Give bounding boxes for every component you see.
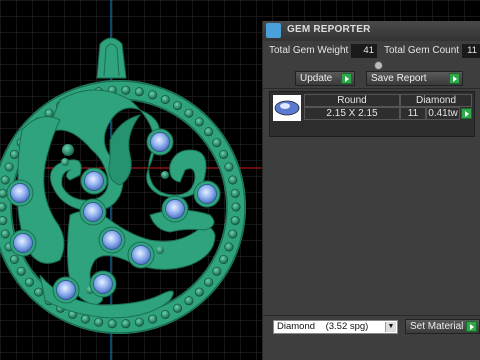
header-shape: Round — [337, 95, 367, 106]
ring-bead — [184, 108, 194, 118]
ring-bead — [0, 216, 8, 226]
gem-report-row[interactable]: Round Diamond 2.15 X 2.15 11 0.41tw — [269, 91, 475, 137]
total-gem-weight-value: 41 — [351, 44, 377, 58]
total-gem-count-label: Total Gem Count — [384, 45, 460, 56]
divider — [263, 88, 480, 89]
ring-bead — [224, 242, 234, 252]
ring-bead — [94, 317, 104, 327]
ring-bead — [24, 277, 34, 287]
gem-stone — [10, 183, 30, 203]
ring-bead — [0, 175, 10, 185]
gem-stone — [84, 171, 104, 191]
ring-bead — [230, 216, 240, 226]
ring-bead — [173, 303, 183, 313]
ring-bead — [44, 108, 54, 118]
material-select[interactable]: Diamond (3.52 spg) ▼ — [273, 320, 398, 334]
ring-bead — [212, 138, 222, 148]
round-diamond-icon — [274, 100, 300, 116]
play-icon[interactable] — [461, 108, 472, 119]
ring-bead — [194, 287, 204, 297]
gem-stone — [83, 202, 103, 222]
panel-title: GEM REPORTER — [287, 24, 371, 35]
app-window: GEM REPORTER Total Gem Weight 41 Total G… — [0, 0, 480, 360]
header-material: Diamond — [415, 95, 457, 106]
ring-bead — [121, 85, 131, 95]
ring-bead — [230, 188, 240, 198]
ring-bead — [80, 314, 90, 324]
gem-stone — [150, 132, 170, 152]
gem-stone — [93, 274, 113, 294]
ring-bead — [148, 90, 158, 100]
ring-bead — [204, 277, 214, 287]
inner-bead — [156, 246, 164, 254]
ring-bead — [9, 255, 19, 265]
gem-stone — [13, 233, 33, 253]
gem-reporter-icon — [266, 23, 281, 38]
ring-bead — [224, 162, 234, 172]
save-report-button-label: Save Report — [371, 73, 427, 84]
gem-stone — [102, 230, 122, 250]
ring-bead — [4, 162, 14, 172]
ring-bead — [148, 314, 158, 324]
inner-bead — [61, 158, 69, 166]
play-icon — [466, 321, 477, 332]
panel-header: GEM REPORTER — [263, 21, 480, 41]
ring-bead — [212, 266, 222, 276]
ring-bead — [160, 95, 170, 105]
ring-bead — [121, 319, 131, 329]
ring-bead — [173, 101, 183, 111]
gem-stone — [197, 184, 217, 204]
ring-bead — [228, 229, 238, 239]
ring-bead — [194, 117, 204, 127]
ring-bead — [134, 87, 144, 97]
set-material-button-label: Set Material — [410, 321, 464, 332]
ring-bead — [0, 188, 8, 198]
gem-stone — [131, 245, 151, 265]
total-gem-count-value: 11 — [462, 44, 480, 58]
chevron-down-icon: ▼ — [385, 322, 396, 332]
inner-bead — [161, 171, 169, 179]
inner-bead — [62, 144, 74, 156]
set-material-button[interactable]: Set Material — [405, 319, 480, 334]
panel-divider-handle[interactable] — [374, 61, 383, 70]
gem-stone — [56, 280, 76, 300]
update-button[interactable]: Update — [295, 71, 355, 86]
gem-stone — [165, 199, 185, 219]
ring-bead — [9, 150, 19, 160]
gem-size: 2.15 X 2.15 — [326, 108, 378, 119]
ring-bead — [204, 127, 214, 137]
ring-bead — [16, 266, 26, 276]
ring-bead — [184, 296, 194, 306]
ring-bead — [34, 287, 44, 297]
save-report-button[interactable]: Save Report — [366, 71, 463, 86]
total-gem-weight-label: Total Gem Weight — [269, 45, 349, 56]
material-select-value: Diamond (3.52 spg) — [277, 321, 369, 332]
gem-reporter-panel: GEM REPORTER Total Gem Weight 41 Total G… — [262, 21, 480, 360]
gem-count: 11 — [407, 108, 419, 119]
play-icon — [341, 73, 352, 84]
ring-bead — [0, 202, 7, 212]
ring-bead — [228, 175, 238, 185]
ring-bead — [0, 229, 10, 239]
divider — [263, 315, 480, 316]
ring-bead — [107, 319, 117, 329]
ring-bead — [160, 309, 170, 319]
update-button-label: Update — [300, 73, 333, 84]
ring-bead — [219, 150, 229, 160]
play-icon — [449, 73, 460, 84]
gem-weight: 0.41tw — [428, 108, 458, 119]
ring-bead — [231, 202, 241, 212]
ring-bead — [134, 317, 144, 327]
gem-thumbnail — [273, 95, 301, 121]
ring-bead — [219, 255, 229, 265]
